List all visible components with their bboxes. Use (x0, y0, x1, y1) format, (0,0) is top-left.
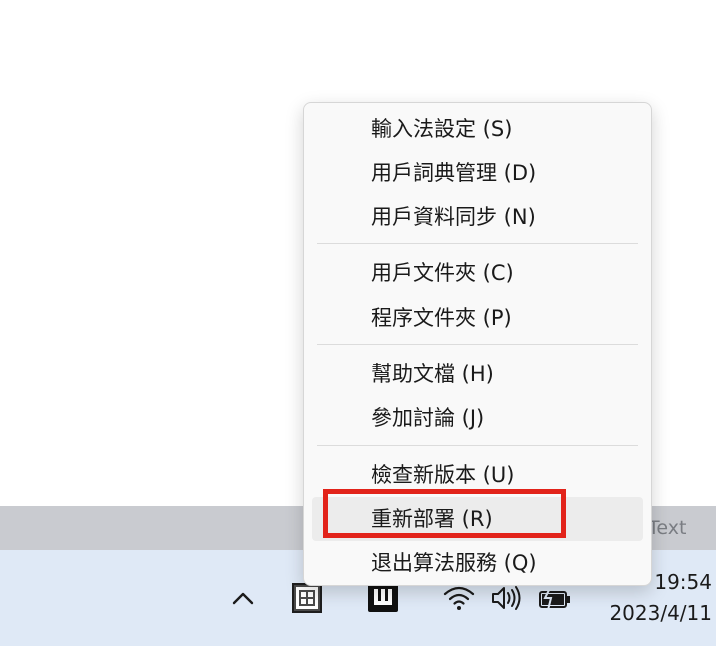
menu-item-program-folder[interactable]: 程序文件夾 (P) (312, 296, 643, 340)
clock-time[interactable]: 19:54 (654, 570, 712, 594)
menu-item-user-data-sync[interactable]: 用戶資料同步 (N) (312, 195, 643, 239)
highlight-annotation (323, 489, 566, 538)
menu-separator (317, 243, 638, 244)
battery-icon[interactable] (537, 584, 575, 612)
background-window-text: Text (648, 517, 687, 539)
wifi-icon[interactable] (442, 584, 476, 612)
menu-item-user-folder[interactable]: 用戶文件夾 (C) (312, 251, 643, 295)
menu-separator (317, 344, 638, 345)
volume-icon[interactable] (490, 583, 524, 613)
rime-icon[interactable] (366, 582, 400, 614)
menu-item-join-discussion[interactable]: 參加討論 (J) (312, 396, 643, 440)
menu-item-help-docs[interactable]: 幫助文檔 (H) (312, 352, 643, 396)
chevron-up-icon[interactable] (230, 587, 256, 609)
menu-item-user-dictionary[interactable]: 用戶詞典管理 (D) (312, 151, 643, 195)
menu-item-quit-service[interactable]: 退出算法服務 (Q) (312, 541, 643, 585)
ime-icon[interactable] (292, 583, 322, 613)
menu-separator (317, 445, 638, 446)
clock-date[interactable]: 2023/4/11 (609, 601, 712, 625)
menu-item-ime-settings[interactable]: 輸入法設定 (S) (312, 107, 643, 151)
